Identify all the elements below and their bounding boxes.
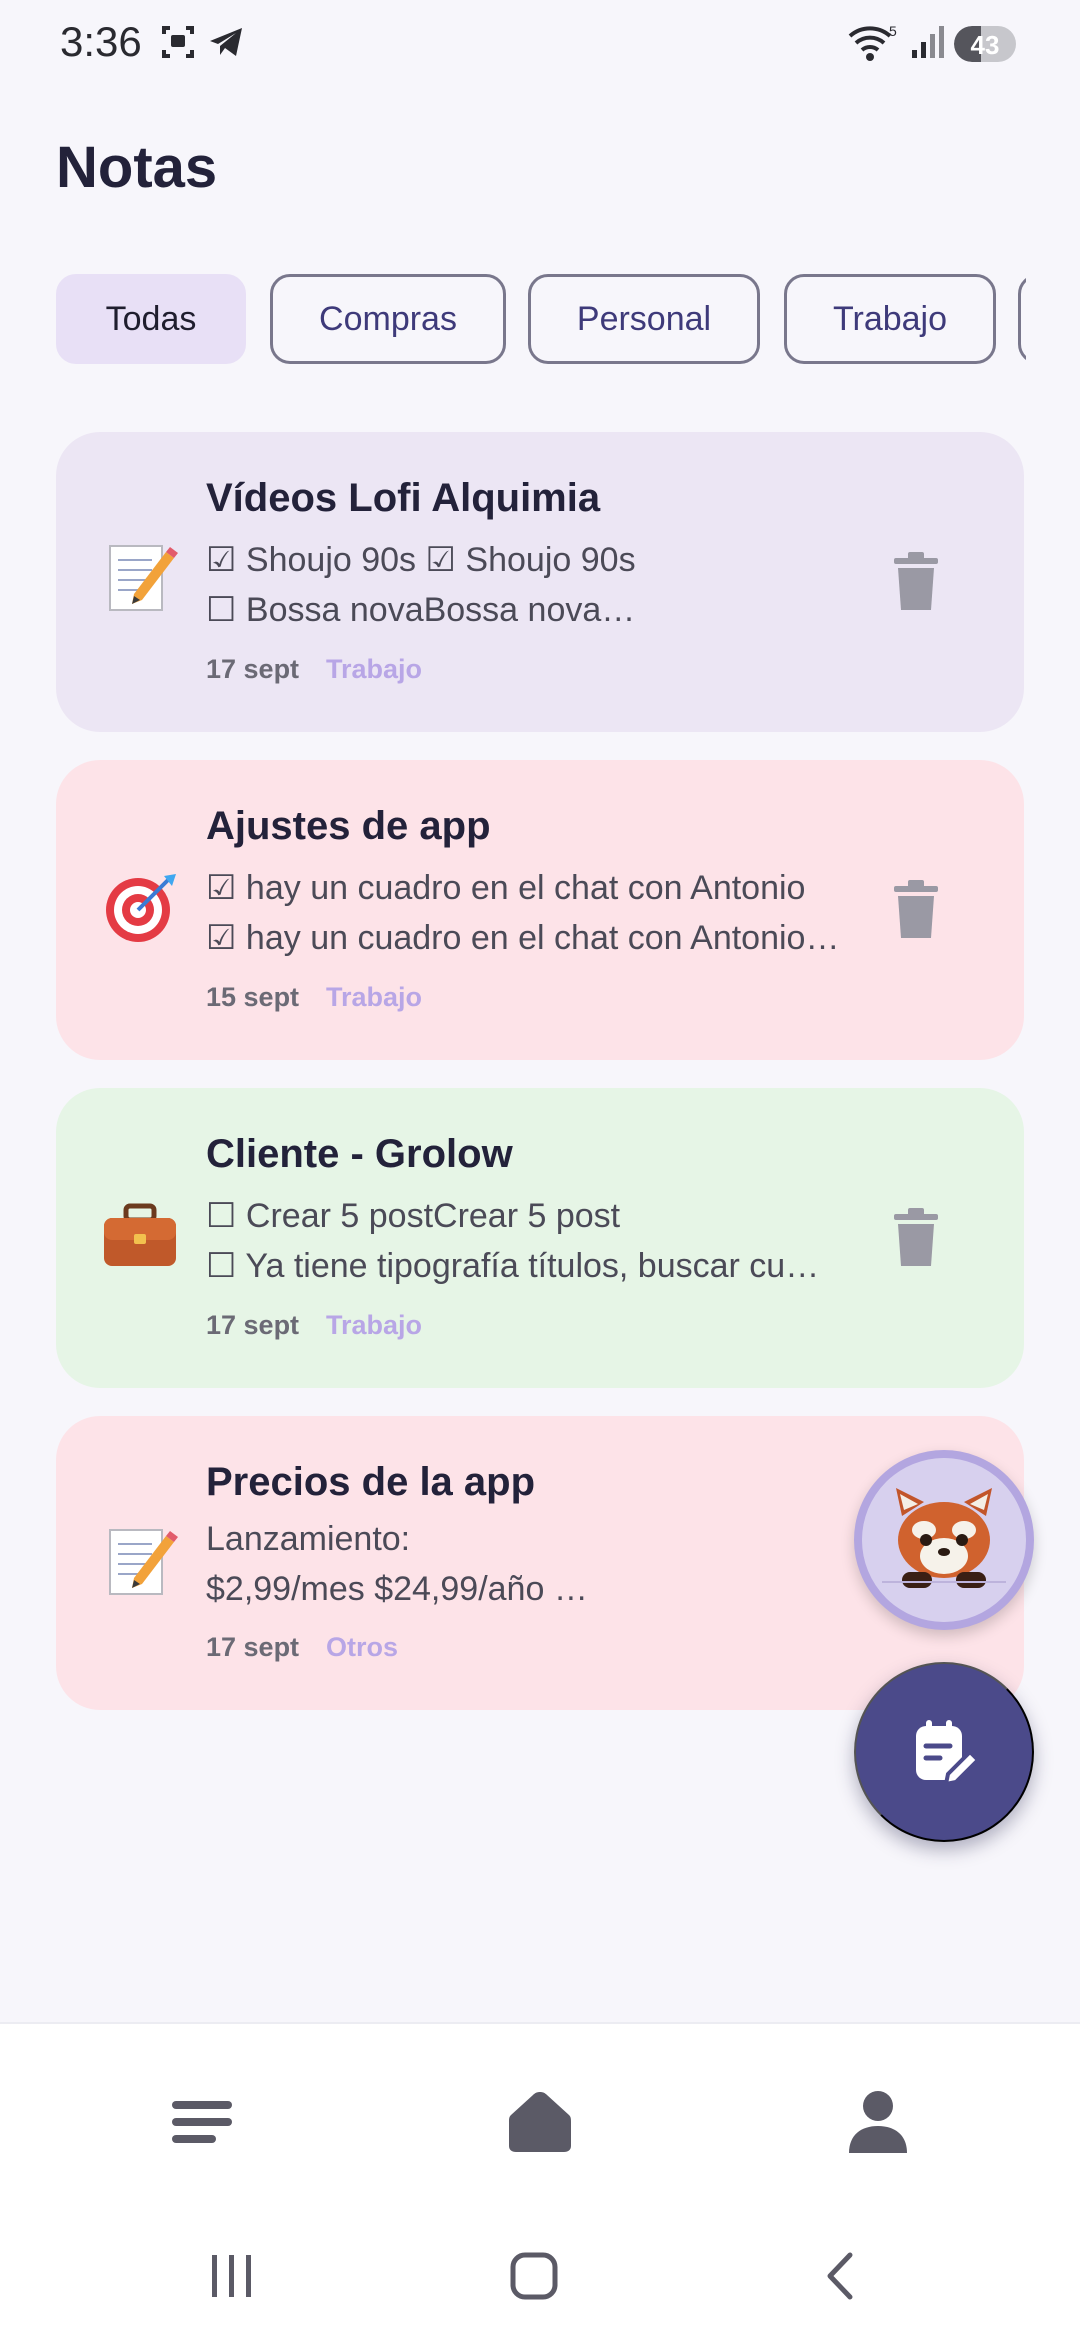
filter-chip-overflow[interactable]: [1018, 274, 1026, 364]
profile-icon: [849, 2091, 907, 2153]
note-tag: Trabajo: [326, 654, 423, 684]
red-panda-avatar: [862, 1458, 1026, 1622]
note-tag: Trabajo: [326, 982, 423, 1012]
note-date: 17 sept: [206, 1310, 300, 1340]
note-preview-line: ☐ Crear 5 postCrear 5 post: [206, 1197, 621, 1235]
notes-screen: 3:36 5 43 Notas Todas Compras Personal T…: [0, 0, 1080, 2340]
menu-icon: [172, 2101, 232, 2143]
battery-icon: 43: [954, 26, 1016, 62]
nav-menu-button[interactable]: [162, 2082, 242, 2162]
svg-text:5: 5: [889, 23, 897, 39]
target-emoji-icon: [106, 874, 176, 942]
red-panda-avatar-button[interactable]: [854, 1450, 1034, 1630]
signal-icon: [912, 26, 944, 58]
system-home-button[interactable]: [494, 2246, 574, 2306]
memo-emoji-icon: [109, 545, 178, 611]
note-preview-line: ☑ Shoujo 90s ☑ Shoujo 90s: [206, 541, 636, 579]
system-navigation: [0, 2210, 1080, 2340]
note-tag: Otros: [326, 1632, 399, 1662]
note-preview-line: ☑ hay un cuadro en el chat con Antonio: [206, 869, 806, 907]
page-title: Notas: [56, 135, 218, 200]
battery-percent: 43: [970, 30, 1000, 60]
note-card[interactable]: Ajustes de app ☑ hay un cuadro en el cha…: [56, 760, 1024, 1060]
filter-chip-todas[interactable]: Todas: [56, 274, 246, 364]
filter-chip-trabajo[interactable]: Trabajo: [784, 274, 996, 364]
note-date: 15 sept: [206, 982, 300, 1012]
note-title: Ajustes de app: [206, 804, 491, 848]
wifi-icon: 5: [848, 23, 897, 61]
bottom-navigation: [0, 2022, 1080, 2210]
note-title: Vídeos Lofi Alquimia: [206, 476, 601, 520]
memo-emoji-icon: [109, 1529, 178, 1595]
note-card[interactable]: Cliente - Grolow ☐ Crear 5 postCrear 5 p…: [56, 1088, 1024, 1388]
new-note-icon: [916, 1720, 980, 1787]
trash-icon[interactable]: [888, 880, 944, 940]
status-time: 3:36: [60, 18, 142, 65]
note-tag: Trabajo: [326, 1310, 423, 1340]
home-button-icon: [510, 2252, 558, 2300]
note-date: 17 sept: [206, 654, 300, 684]
note-preview-line: ☑ hay un cuadro en el chat con Antonio…: [206, 919, 840, 957]
note-preview-line: Lanzamiento:: [206, 1520, 411, 1558]
trash-icon[interactable]: [888, 1208, 944, 1268]
filter-chip-personal[interactable]: Personal: [528, 274, 760, 364]
note-preview-line: $2,99/mes $24,99/año …: [206, 1570, 588, 1608]
telegram-icon: [210, 28, 242, 56]
back-icon: [827, 2252, 853, 2300]
note-title: Precios de la app: [206, 1460, 536, 1504]
note-card[interactable]: Vídeos Lofi Alquimia ☑ Shoujo 90s ☑ Shou…: [56, 432, 1024, 732]
note-preview-line: ☐ Ya tiene tipografía títulos, buscar cu…: [206, 1247, 820, 1285]
home-icon: [509, 2092, 571, 2152]
status-bar: 3:36 5 43: [0, 0, 1080, 90]
new-note-button[interactable]: [854, 1662, 1034, 1842]
filter-chip-compras[interactable]: Compras: [270, 274, 506, 364]
briefcase-emoji-icon: [104, 1203, 176, 1266]
nav-home-button[interactable]: [500, 2082, 580, 2162]
note-preview-line: ☐ Bossa novaBossa nova…: [206, 591, 636, 629]
filter-chips: Todas Compras Personal Trabajo: [56, 274, 1026, 366]
recents-icon: [212, 2255, 251, 2297]
note-date: 17 sept: [206, 1632, 300, 1662]
trash-icon[interactable]: [888, 552, 944, 612]
screenshot-icon: [162, 26, 194, 58]
note-title: Cliente - Grolow: [206, 1132, 513, 1176]
back-button[interactable]: [800, 2246, 880, 2306]
nav-profile-button[interactable]: [838, 2082, 918, 2162]
recents-button[interactable]: [192, 2246, 272, 2306]
